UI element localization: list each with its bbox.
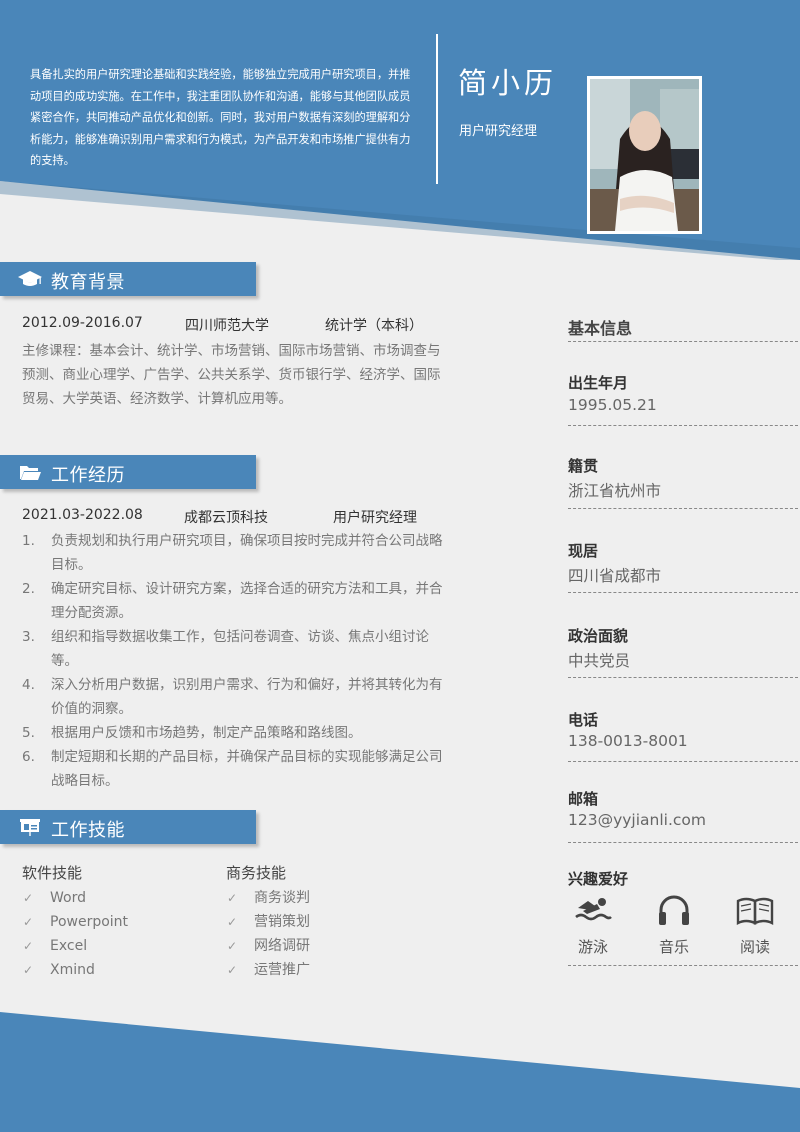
divider (568, 842, 798, 843)
business-skills: 商务技能 ✓ 商务谈判 ✓ 营销策划 ✓ 网络调研 ✓ 运营推广 (226, 862, 310, 982)
divider (568, 965, 798, 966)
education-major: 统计学（本科） (325, 318, 423, 334)
list-item: ✓ Xmind (22, 958, 128, 982)
check-icon: ✓ (227, 891, 238, 905)
check-icon: ✓ (23, 891, 34, 905)
check-icon: ✓ (23, 939, 34, 953)
work-title: 工作经历 (51, 465, 125, 486)
check-icon: ✓ (23, 915, 34, 929)
phone-value: 138-0013-8001 (568, 732, 688, 750)
basic-info-title: 基本信息 (568, 319, 633, 338)
software-skills: 软件技能 ✓ Word ✓ Powerpoint ✓ Excel ✓ Xmind (22, 862, 128, 982)
hobby-label: 阅读 (739, 938, 770, 956)
check-icon: ✓ (227, 963, 238, 977)
list-item: ✓ Excel (22, 934, 128, 958)
origin-label: 籍贯 (568, 457, 599, 475)
birth-label: 出生年月 (568, 374, 629, 392)
work-header: 工作经历 (0, 455, 256, 489)
skills-title: 工作技能 (51, 820, 125, 841)
list-item: ✓ 网络调研 (226, 934, 310, 958)
job-title: 用户研究经理 (459, 124, 538, 139)
work-period: 2021.03-2022.08 (22, 507, 143, 523)
phone-label: 电话 (568, 711, 599, 729)
education-title: 教育背景 (51, 272, 125, 293)
presentation-board-icon (20, 819, 40, 836)
business-skills-title: 商务技能 (226, 864, 287, 882)
hobby-label: 音乐 (658, 938, 689, 956)
graduation-cap-icon (18, 271, 42, 286)
check-icon: ✓ (227, 915, 238, 929)
list-item: 2. 确定研究目标、设计研究方案，选择合适的研究方法和工具，并合理分配资源。 (22, 581, 443, 621)
list-item: ✓ 运营推广 (226, 958, 310, 982)
birth-value: 1995.05.21 (568, 396, 657, 414)
footer-background (0, 1012, 800, 1132)
list-item: 4. 深入分析用户数据，识别用户需求、行为和偏好，并将其转化为有价值的洞察。 (22, 677, 443, 717)
divider (568, 677, 798, 678)
hobby-label: 游泳 (577, 938, 608, 956)
hobby-reading: 阅读 (730, 892, 780, 957)
political-value: 中共党员 (568, 652, 631, 670)
list-item: ✓ Word (22, 886, 128, 910)
header-divider (436, 34, 438, 184)
software-skills-title: 软件技能 (22, 864, 83, 882)
profile-photo (587, 76, 702, 234)
divider (568, 425, 798, 426)
divider (568, 592, 798, 593)
political-label: 政治面貌 (568, 627, 629, 645)
list-item: ✓ Powerpoint (22, 910, 128, 934)
book-icon (736, 897, 774, 925)
education-courses: 主修课程：基本会计、统计学、市场营销、国际市场营销、市场调查与预测、商业心理学、… (22, 343, 441, 407)
divider (568, 761, 798, 762)
education-header: 教育背景 (0, 262, 256, 296)
list-item: 6. 制定短期和长期的产品目标，并确保产品目标的实现能够满足公司战略目标。 (22, 749, 443, 789)
education-period: 2012.09-2016.07 (22, 315, 143, 331)
list-item: 5. 根据用户反馈和市场趋势，制定产品策略和路线图。 (22, 725, 362, 741)
work-position: 用户研究经理 (333, 510, 417, 526)
check-icon: ✓ (23, 963, 34, 977)
headphones-icon (659, 895, 689, 925)
swimming-icon (575, 898, 612, 921)
hobby-swimming: 游泳 (568, 892, 618, 957)
summary-text: 具备扎实的用户研究理论基础和实践经验，能够独立完成用户研究项目，并推动项目的成功… (30, 68, 411, 167)
email-label: 邮箱 (568, 790, 599, 808)
folder-icon (20, 466, 41, 480)
hobbies-title: 兴趣爱好 (568, 870, 629, 888)
check-icon: ✓ (227, 939, 238, 953)
education-school: 四川师范大学 (185, 318, 269, 334)
divider (568, 341, 798, 342)
email-value: 123@yyjianli.com (568, 811, 707, 829)
skills-header: 工作技能 (0, 810, 256, 844)
list-item: 1. 负责规划和执行用户研究项目，确保项目按时完成并符合公司战略目标。 (22, 533, 443, 573)
list-item: ✓ 商务谈判 (226, 886, 310, 910)
candidate-name: 简小历 (458, 66, 558, 100)
residence-value: 四川省成都市 (568, 567, 662, 585)
list-item: 3. 组织和指导数据收集工作，包括问卷调查、访谈、焦点小组讨论等。 (22, 629, 429, 669)
origin-value: 浙江省杭州市 (568, 482, 662, 500)
residence-label: 现居 (568, 542, 599, 560)
list-item: ✓ 营销策划 (226, 910, 310, 934)
duty-list: 1. 负责规划和执行用户研究项目，确保项目按时完成并符合公司战略目标。 2. 确定研… (22, 529, 447, 793)
work-company: 成都云顶科技 (184, 510, 268, 526)
hobby-music: 音乐 (649, 892, 699, 957)
divider (568, 508, 798, 509)
